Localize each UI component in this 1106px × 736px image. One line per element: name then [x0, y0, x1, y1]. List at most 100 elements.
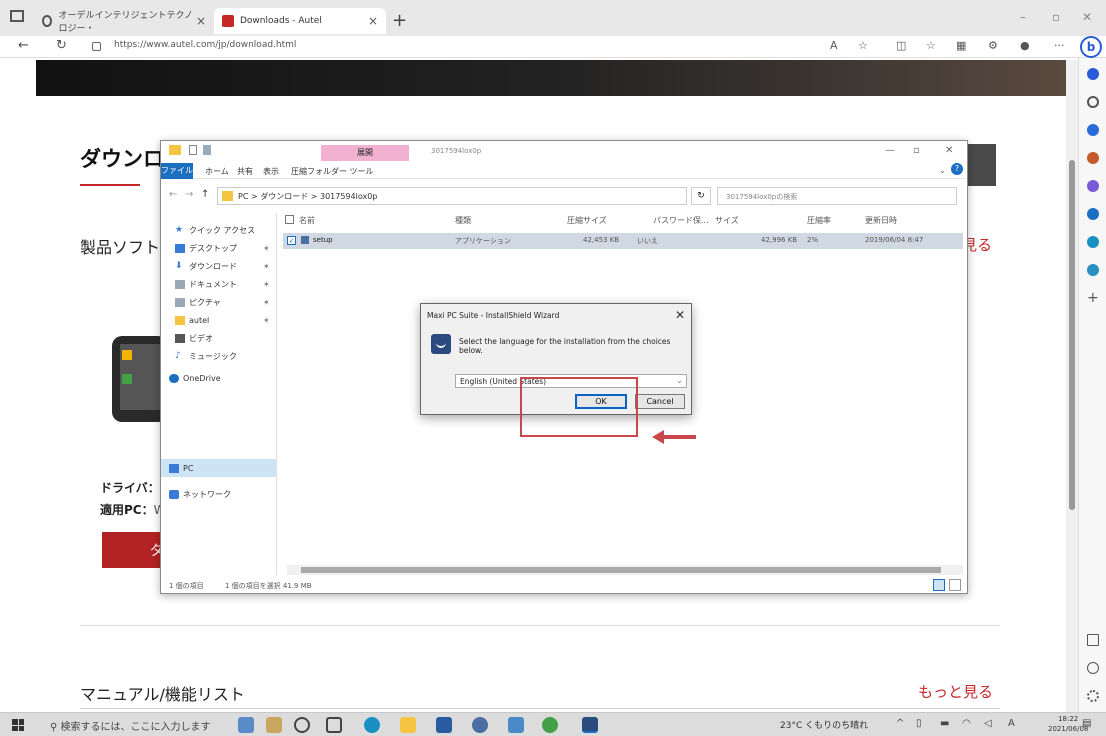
nav-pc[interactable]: PC: [169, 461, 193, 475]
bing-ai-button[interactable]: b: [1080, 36, 1102, 58]
mail-icon[interactable]: [472, 717, 488, 733]
installer-taskbar-icon[interactable]: [582, 717, 598, 733]
maximize-button[interactable]: ▫: [1052, 10, 1060, 24]
network-icon[interactable]: ▬: [940, 718, 949, 729]
back-icon[interactable]: ←: [18, 38, 29, 53]
more-icon[interactable]: ···: [1054, 39, 1065, 52]
split-screen-icon[interactable]: ◫: [896, 39, 906, 52]
new-tab-button[interactable]: +: [392, 10, 407, 31]
cortana-icon[interactable]: [294, 717, 310, 733]
nav-videos[interactable]: ビデオ: [175, 331, 213, 345]
refresh-icon[interactable]: ↻: [56, 38, 67, 53]
properties-icon[interactable]: [189, 145, 197, 155]
settings-icon[interactable]: [508, 717, 524, 733]
nav-autel[interactable]: autel ✶: [175, 313, 270, 327]
up-icon[interactable]: ↑: [201, 189, 209, 200]
weather-widget[interactable]: 23°C くもりのち晴れ: [780, 718, 868, 731]
col-compressed-size[interactable]: 圧縮サイズ: [567, 215, 607, 226]
nav-documents[interactable]: ドキュメント ✶: [175, 277, 270, 291]
wifi-icon[interactable]: ◠: [962, 718, 971, 729]
close-window-button[interactable]: ✕: [1082, 10, 1092, 24]
minimize-button[interactable]: –: [1020, 10, 1026, 24]
search-bar-edge[interactable]: [968, 144, 996, 186]
office-icon[interactable]: [1087, 208, 1099, 220]
tab-share[interactable]: 共有: [237, 166, 253, 177]
read-aloud-icon[interactable]: A: [830, 39, 838, 52]
explorer-search-input[interactable]: 3017594lox0pの検索: [717, 187, 957, 205]
nav-network[interactable]: ネットワーク: [169, 487, 231, 501]
store-icon[interactable]: [436, 717, 452, 733]
games-icon[interactable]: [1087, 180, 1099, 192]
tab-actions-icon[interactable]: [10, 10, 24, 22]
close-icon[interactable]: ×: [368, 14, 378, 28]
ime-indicator[interactable]: A: [1008, 718, 1015, 729]
col-modified[interactable]: 更新日時: [865, 215, 897, 226]
file-explorer-icon[interactable]: [400, 717, 416, 733]
tab-extract-context[interactable]: 展開: [321, 145, 409, 161]
tab-home[interactable]: ホーム: [205, 166, 229, 177]
collections-icon[interactable]: ▦: [956, 39, 966, 52]
add-icon[interactable]: +: [1087, 291, 1099, 305]
extensions-icon[interactable]: ⚙: [988, 39, 998, 52]
row-checkbox[interactable]: ✓: [287, 236, 296, 245]
nav-onedrive[interactable]: OneDrive: [169, 371, 221, 385]
col-size[interactable]: サイズ: [715, 215, 739, 226]
tools-icon[interactable]: [1087, 152, 1099, 164]
refresh-button[interactable]: ↻: [691, 187, 711, 205]
new-folder-icon[interactable]: [203, 145, 211, 155]
file-row[interactable]: ✓ setup アプリケーション 42,453 KB いいえ 42,996 KB…: [283, 233, 963, 249]
profile-icon[interactable]: ●: [1020, 39, 1030, 52]
taskbar-search[interactable]: ⚲ 検索するには、ここに入力します: [50, 718, 211, 733]
ribbon-expand-icon[interactable]: ⌄: [939, 166, 946, 175]
news-icon[interactable]: [238, 717, 254, 733]
chevron-up-icon[interactable]: ^: [896, 718, 904, 729]
battery-icon[interactable]: ▯: [916, 718, 922, 729]
col-ratio[interactable]: 圧縮率: [807, 215, 831, 226]
chrome-icon[interactable]: [542, 717, 558, 733]
image-app-icon[interactable]: [266, 717, 282, 733]
page-scrollbar[interactable]: [1066, 60, 1078, 712]
col-name[interactable]: 名前: [299, 215, 315, 226]
feedback-icon[interactable]: [1087, 662, 1099, 674]
volume-icon[interactable]: ◁: [984, 718, 992, 729]
details-view-icon[interactable]: [933, 579, 945, 591]
col-type[interactable]: 種類: [455, 215, 471, 226]
edge-icon[interactable]: [364, 717, 380, 733]
scrollbar-thumb[interactable]: [301, 567, 941, 573]
tab-view[interactable]: 表示: [263, 166, 279, 177]
tab-compressed-tools[interactable]: 圧縮フォルダー ツール: [291, 166, 374, 177]
help-icon[interactable]: ?: [951, 163, 963, 175]
settings-icon[interactable]: [1087, 690, 1099, 702]
cancel-button[interactable]: Cancel: [635, 394, 685, 409]
nav-music[interactable]: ♪ ミュージック: [175, 349, 237, 363]
discover-icon[interactable]: [1087, 68, 1099, 80]
tab-file[interactable]: ファイル: [161, 163, 193, 179]
tiles-view-icon[interactable]: [949, 579, 961, 591]
url-field[interactable]: https://www.autel.com/jp/download.html: [114, 40, 296, 50]
outlook-icon[interactable]: [1087, 236, 1099, 248]
nav-downloads[interactable]: ⬇ ダウンロード ✶: [175, 259, 270, 273]
task-view-icon[interactable]: [326, 717, 342, 733]
tab-downloads-autel[interactable]: Downloads - Autel ×: [214, 8, 386, 34]
horizontal-scrollbar[interactable]: [287, 565, 963, 575]
back-icon[interactable]: ←: [169, 189, 177, 200]
forward-icon[interactable]: →: [185, 189, 193, 200]
col-password[interactable]: パスワード保...: [653, 215, 709, 226]
minimize-button[interactable]: —: [885, 145, 895, 156]
maximize-button[interactable]: ▫: [913, 145, 920, 156]
scrollbar-thumb[interactable]: [1069, 160, 1075, 510]
search-icon[interactable]: [1087, 96, 1099, 108]
select-all-checkbox[interactable]: [285, 215, 294, 224]
dialog-close-button[interactable]: ✕: [675, 308, 685, 322]
nav-quick-access[interactable]: ★ クイック アクセス: [175, 223, 255, 237]
drop-icon[interactable]: [1087, 264, 1099, 276]
tab-autel-jp[interactable]: オーデルインテリジェントテクノロジー・ ×: [34, 8, 214, 34]
path-breadcrumb[interactable]: PC > ダウンロード > 3017594lox0p: [217, 187, 687, 205]
nav-desktop[interactable]: デスクトップ ✶: [175, 241, 270, 255]
favorites-icon[interactable]: ☆: [926, 39, 936, 52]
see-more-manuals-link[interactable]: もっと見る: [918, 681, 993, 702]
favorite-star-icon[interactable]: ☆: [858, 39, 868, 52]
start-button[interactable]: [12, 719, 24, 731]
close-button[interactable]: ✕: [945, 145, 953, 156]
shopping-icon[interactable]: [1087, 124, 1099, 136]
